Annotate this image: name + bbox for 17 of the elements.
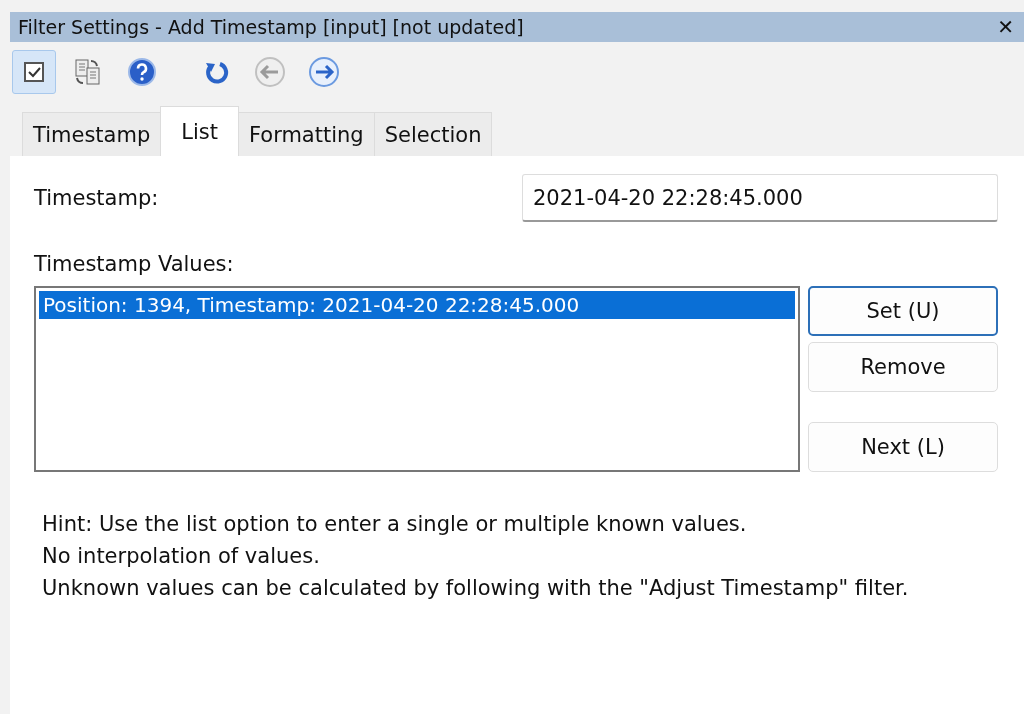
window-title: Filter Settings - Add Timestamp [input] [not updated]	[18, 16, 524, 38]
timestamp-values-label: Timestamp Values:	[34, 252, 235, 276]
dialog-button[interactable]: Next (L)	[808, 422, 998, 472]
close-button[interactable]: ✕	[993, 15, 1018, 39]
dialog-button[interactable]: Set (U)	[808, 286, 998, 336]
dialog-button[interactable]: Remove	[808, 342, 998, 392]
list-item[interactable]: Position: 1394, Timestamp: 2021-04-20 22:28:45.000	[39, 291, 795, 319]
hint-text: Hint: Use the list option to enter a single or multiple known values.	[42, 511, 748, 538]
tab[interactable]: Selection	[373, 112, 493, 156]
tab[interactable]: Timestamp	[22, 112, 162, 156]
checkbox-icon[interactable]	[12, 50, 56, 94]
hint-text: Unknown values can be calculated by following with the "Adjust Timestamp" filter.	[42, 575, 910, 602]
timestamp-label: Timestamp:	[34, 186, 159, 210]
tab[interactable]: List	[160, 106, 239, 156]
tab[interactable]: Formatting	[237, 112, 375, 156]
timestamp-input-field[interactable]: 2021-04-20 22:28:45.000	[522, 174, 998, 222]
hint-text: No interpolation of values.	[42, 543, 321, 570]
